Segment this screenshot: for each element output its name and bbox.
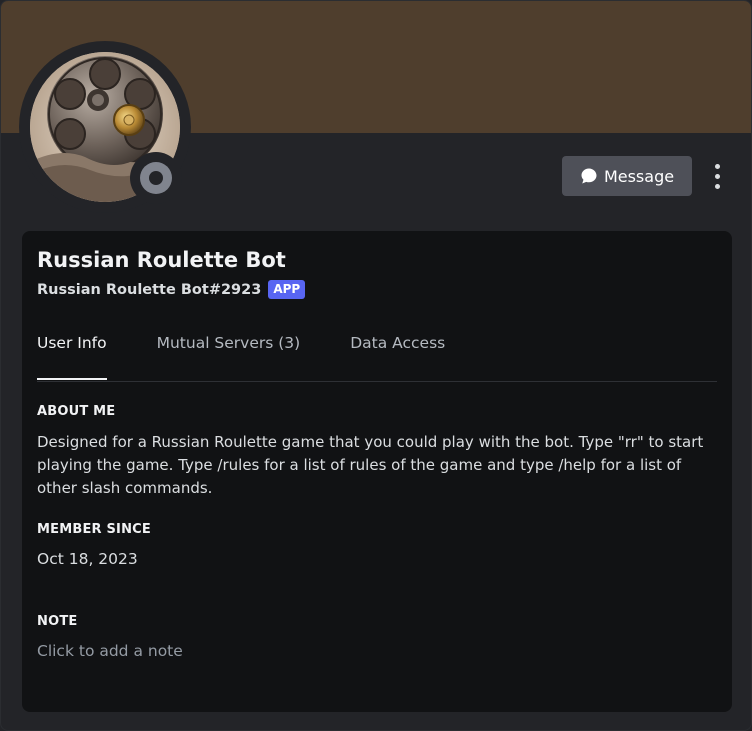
user-profile-popout: Message Russian Roulette Bot Russian Rou… (0, 0, 752, 731)
more-vertical-icon-dot (714, 173, 720, 179)
username[interactable]: Russian Roulette Bot#2923 (37, 282, 261, 298)
more-vertical-icon-dot (714, 183, 720, 189)
display-name: Russian Roulette Bot (37, 248, 286, 272)
note-heading: NOTE (37, 614, 78, 629)
message-button[interactable]: Message (562, 156, 692, 196)
tab-data-access[interactable]: Data Access (350, 332, 445, 379)
more-options-button[interactable] (704, 161, 730, 191)
username-row: Russian Roulette Bot#2923 APP (37, 280, 306, 299)
member-since-date: Oct 18, 2023 (37, 550, 138, 568)
member-since-heading: MEMBER SINCE (37, 522, 151, 537)
about-me-heading: ABOUT ME (37, 404, 116, 419)
about-me-text: Designed for a Russian Roulette game tha… (37, 433, 704, 497)
tab-user-info[interactable]: User Info (37, 332, 107, 380)
message-button-label: Message (603, 166, 675, 186)
tab-mutual-servers[interactable]: Mutual Servers (3) (157, 332, 301, 379)
note-input[interactable]: Click to add a note (37, 642, 697, 660)
offline-status-icon (140, 162, 172, 194)
profile-tabs: User Info Mutual Servers (3) Data Access (37, 332, 717, 382)
more-vertical-icon-dot (714, 163, 720, 169)
chat-bubble-icon (581, 168, 597, 184)
profile-card: Russian Roulette Bot Russian Roulette Bo… (22, 231, 732, 712)
app-badge: APP (268, 280, 306, 299)
